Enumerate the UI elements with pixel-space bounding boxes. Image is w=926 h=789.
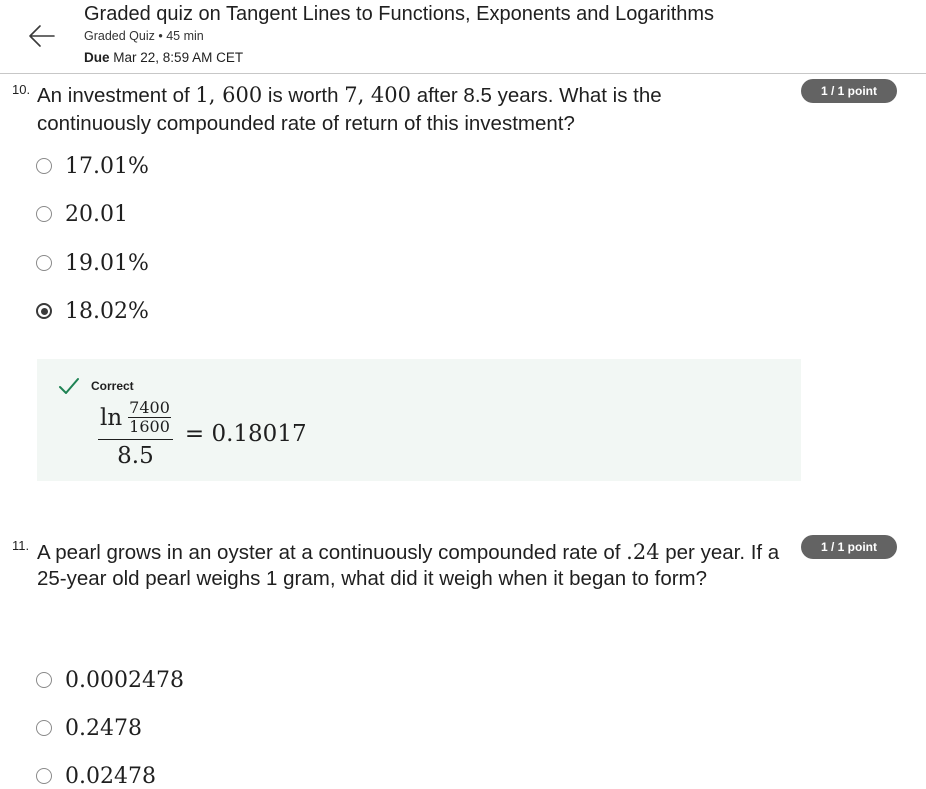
radio-button[interactable] bbox=[36, 672, 52, 688]
answer-option[interactable]: 20.01 bbox=[36, 201, 128, 227]
radio-button[interactable] bbox=[36, 720, 52, 736]
arrow-left-icon bbox=[29, 25, 55, 47]
radio-button[interactable] bbox=[36, 206, 52, 222]
question-number: 10. bbox=[12, 82, 31, 97]
math-value: 1, 600 bbox=[195, 83, 263, 107]
radio-button[interactable] bbox=[36, 768, 52, 784]
feedback-panel: Correct ln 7400 1600 8.5 = 0.18017 bbox=[37, 359, 801, 481]
option-label: 0.0002478 bbox=[65, 667, 184, 693]
quiz-meta: Graded Quiz • 45 min bbox=[84, 29, 204, 43]
question-text-part: is worth bbox=[262, 84, 345, 107]
score-badge: 1 / 1 point bbox=[801, 79, 897, 103]
formula-denominator: 8.5 bbox=[117, 443, 154, 470]
radio-button-selected[interactable] bbox=[36, 303, 52, 319]
answer-option[interactable]: 0.0002478 bbox=[36, 667, 184, 693]
option-label: 20.01 bbox=[65, 201, 128, 227]
option-label: 17.01% bbox=[65, 153, 149, 179]
due-label: Due bbox=[84, 50, 110, 65]
question-text: An investment of 1, 600 is worth 7, 400 … bbox=[37, 81, 777, 138]
formula-numerator: ln 7400 1600 bbox=[98, 399, 173, 439]
inner-fraction: 7400 1600 bbox=[128, 399, 171, 436]
answer-option[interactable]: 0.02478 bbox=[36, 763, 156, 789]
ln-symbol: ln bbox=[100, 404, 123, 431]
feedback-status: Correct bbox=[91, 379, 134, 393]
option-label: 18.02% bbox=[65, 298, 149, 324]
radio-button[interactable] bbox=[36, 158, 52, 174]
inner-numerator: 7400 bbox=[128, 398, 171, 418]
due-value: Mar 22, 8:59 AM CET bbox=[113, 50, 244, 65]
answer-option-selected[interactable]: 18.02% bbox=[36, 298, 149, 324]
radio-button[interactable] bbox=[36, 255, 52, 271]
math-value: 7, 400 bbox=[344, 83, 412, 107]
score-badge: 1 / 1 point bbox=[801, 535, 897, 559]
question-text: A pearl grows in an oyster at a continuo… bbox=[37, 539, 807, 592]
back-button[interactable] bbox=[26, 22, 58, 50]
question-text-part: A pearl grows in an oyster at a continuo… bbox=[37, 541, 627, 564]
option-label: 19.01% bbox=[65, 250, 149, 276]
explanation-formula: ln 7400 1600 8.5 = 0.18017 bbox=[98, 399, 307, 469]
inner-denominator: 1600 bbox=[129, 417, 170, 436]
answer-option[interactable]: 17.01% bbox=[36, 153, 149, 179]
question-text-part: An investment of bbox=[37, 84, 196, 107]
checkmark-icon bbox=[59, 378, 79, 394]
header-divider bbox=[0, 73, 926, 74]
math-value: .24 bbox=[626, 540, 660, 564]
answer-option[interactable]: 19.01% bbox=[36, 250, 149, 276]
answer-option[interactable]: 0.2478 bbox=[36, 715, 142, 741]
option-label: 0.2478 bbox=[65, 715, 142, 741]
formula-fraction: ln 7400 1600 8.5 bbox=[98, 399, 173, 469]
quiz-title: Graded quiz on Tangent Lines to Function… bbox=[84, 3, 715, 25]
due-date: Due Mar 22, 8:59 AM CET bbox=[84, 50, 243, 65]
question-number: 11. bbox=[12, 538, 30, 553]
formula-result: = 0.18017 bbox=[184, 421, 307, 448]
option-label: 0.02478 bbox=[65, 763, 156, 789]
